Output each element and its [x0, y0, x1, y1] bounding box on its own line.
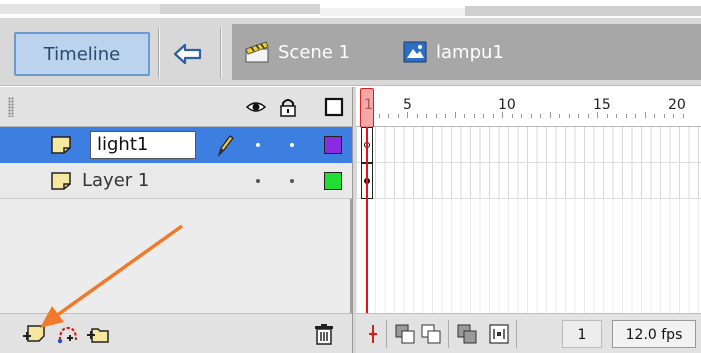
frame-area-empty: [356, 199, 701, 313]
top-strip: [0, 0, 701, 18]
ruler-label: 5: [403, 97, 412, 113]
ruler-tick: [521, 114, 522, 118]
frames-column: 1 5 10 15 20: [356, 87, 701, 353]
layers-column: light1 Layer 1: [0, 87, 352, 353]
strip-segment: [160, 4, 320, 14]
toolbar-separator: [220, 28, 222, 78]
layer-name-input[interactable]: light1: [90, 131, 196, 159]
outline-color-swatch[interactable]: [324, 136, 342, 154]
ruler-tick: [664, 114, 665, 118]
layers-footer: [0, 313, 352, 353]
ruler-tick: [464, 114, 465, 118]
toolbar-separator: [158, 28, 160, 78]
add-motion-guide-icon[interactable]: [56, 322, 80, 346]
onion-skin-icon[interactable]: [394, 323, 416, 345]
timeline-button[interactable]: Timeline: [14, 32, 150, 76]
back-button[interactable]: [168, 34, 208, 74]
ruler-tick: [512, 114, 513, 118]
trash-icon[interactable]: [312, 322, 336, 346]
ruler-tick: [559, 114, 560, 118]
ruler-tick: [683, 114, 684, 118]
symbol-crumb-label: lampu1: [436, 41, 504, 63]
ruler-tick: [607, 114, 608, 118]
ruler-tick: [436, 114, 437, 118]
layer-icon: [51, 172, 71, 190]
center-frame-icon[interactable]: [362, 323, 384, 345]
strip-segment: [465, 6, 701, 16]
layer-row-light1[interactable]: light1: [0, 127, 352, 163]
layer-name-label: Layer 1: [82, 170, 150, 191]
current-frame-display: 1: [562, 320, 602, 348]
lock-icon[interactable]: [278, 97, 298, 117]
timeline-toolbar: Timeline Scene 1 lampu1: [0, 18, 701, 86]
ruler-tick: [654, 114, 655, 118]
footer-separator: [386, 320, 387, 348]
lock-dot[interactable]: [290, 143, 294, 147]
visibility-dot[interactable]: [256, 143, 260, 147]
insert-folder-icon[interactable]: [86, 322, 110, 346]
ruler-tick: [388, 114, 389, 118]
timeline-panel: light1 Layer 1 5 10 15 20 1 12.0 fps: [0, 87, 701, 353]
ruler-tick: [493, 114, 494, 118]
frame-row-light1[interactable]: [356, 127, 701, 163]
modify-onion-markers-icon[interactable]: [488, 323, 510, 345]
playhead[interactable]: [360, 88, 374, 128]
timeline-button-label: Timeline: [43, 43, 121, 65]
breadcrumb: Scene 1 lampu1: [232, 24, 701, 80]
strip-segment: [0, 4, 160, 14]
frame-ruler[interactable]: 1 5 10 15 20: [356, 87, 701, 128]
panel-grip-icon[interactable]: [8, 97, 14, 117]
ruler-tick: [455, 112, 456, 118]
ruler-tick: [578, 114, 579, 118]
symbol-crumb[interactable]: lampu1: [402, 34, 504, 70]
ruler-tick: [588, 114, 589, 118]
visibility-dot[interactable]: [256, 179, 260, 183]
ruler-label: 15: [593, 97, 611, 113]
onion-skin-outlines-icon[interactable]: [420, 323, 442, 345]
ruler-tick: [569, 114, 570, 118]
eye-icon[interactable]: [246, 97, 266, 117]
ruler-tick: [550, 112, 551, 118]
ruler-tick: [445, 114, 446, 118]
ruler-tick: [483, 114, 484, 118]
ruler-tick: [398, 114, 399, 118]
ruler-tick: [379, 114, 380, 118]
ruler-tick: [635, 114, 636, 118]
ruler-tick: [540, 114, 541, 118]
ruler-tick: [474, 114, 475, 118]
ruler-label: 10: [498, 97, 516, 113]
layer-row-layer1[interactable]: Layer 1: [0, 163, 352, 199]
layers-header: [0, 87, 352, 127]
scene-crumb-label: Scene 1: [278, 41, 351, 63]
strip-segment: [320, 8, 465, 16]
back-arrow-icon: [173, 43, 202, 65]
ruler-tick: [417, 114, 418, 118]
ruler-tick: [626, 114, 627, 118]
ruler-tick: [531, 114, 532, 118]
ruler-label: 20: [668, 97, 686, 113]
clapperboard-icon: [245, 41, 269, 63]
layer-icon: [51, 136, 71, 154]
frame-rate-display[interactable]: 12.0 fps: [612, 320, 696, 348]
playhead-line: [366, 127, 368, 315]
outline-color-swatch[interactable]: [324, 172, 342, 190]
footer-separator: [448, 320, 449, 348]
scene-crumb[interactable]: Scene 1: [244, 34, 350, 70]
insert-layer-icon[interactable]: [22, 322, 46, 346]
frames-footer: 1 12.0 fps: [356, 313, 701, 353]
outline-square-icon[interactable]: [324, 97, 344, 117]
footer-separator: [516, 320, 517, 348]
ruler-tick: [645, 112, 646, 118]
frame-row-layer1[interactable]: [356, 163, 701, 199]
edit-multiple-frames-icon[interactable]: [456, 323, 478, 345]
pencil-icon: [217, 135, 234, 157]
lock-dot[interactable]: [290, 179, 294, 183]
ruler-tick: [426, 114, 427, 118]
graphic-symbol-icon: [403, 41, 427, 63]
ruler-tick: [673, 114, 674, 118]
ruler-tick: [616, 114, 617, 118]
